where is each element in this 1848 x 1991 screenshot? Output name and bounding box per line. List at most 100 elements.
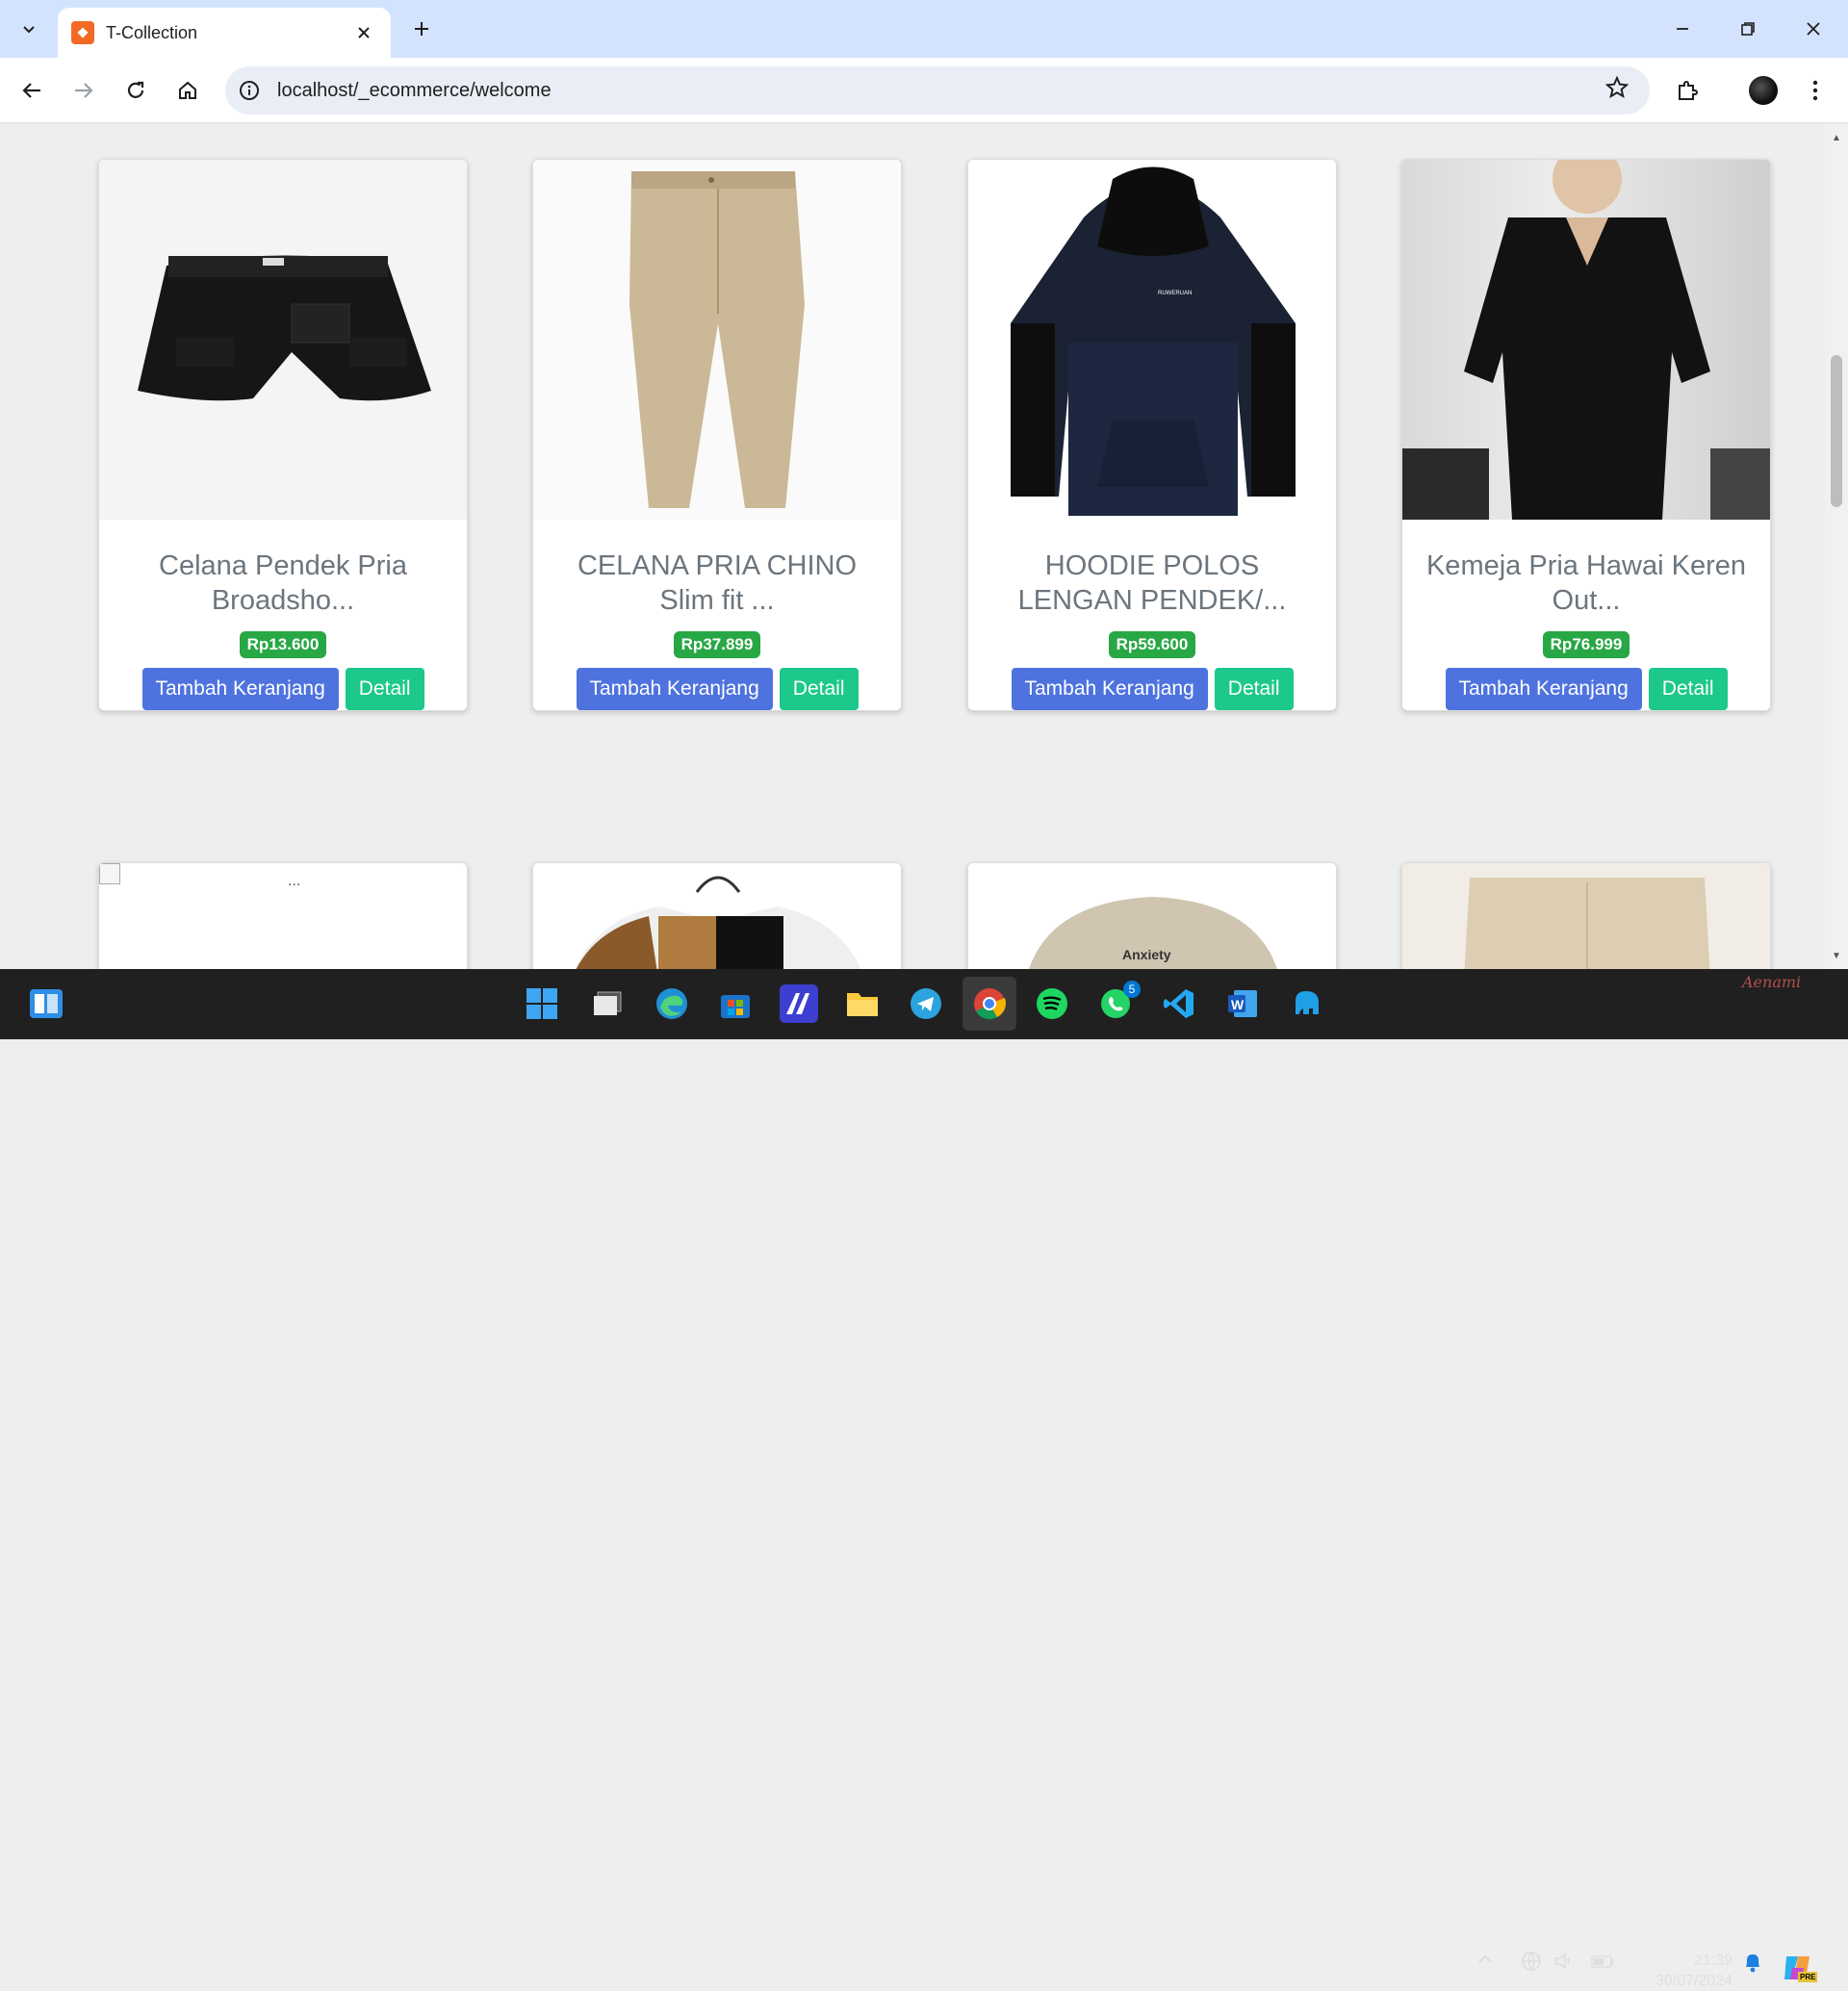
- forward-button[interactable]: [64, 71, 103, 110]
- battery-button[interactable]: [1590, 1951, 1615, 1977]
- app2-taskbar-button[interactable]: [1287, 984, 1325, 1023]
- store-icon: [721, 995, 750, 1018]
- back-button[interactable]: [13, 71, 51, 110]
- minimize-button[interactable]: [1654, 8, 1711, 50]
- chevron-up-icon: [1478, 1954, 1492, 1963]
- network-icon-button[interactable]: [1521, 1951, 1542, 1977]
- product-image[interactable]: [533, 160, 901, 520]
- windows-logo-icon: [526, 988, 557, 1019]
- hoodie-print-text: RUWERUAN: [1158, 291, 1192, 296]
- detail-button[interactable]: Detail: [1648, 668, 1728, 710]
- telegram-icon: [911, 988, 941, 1019]
- add-to-cart-button[interactable]: Tambah Keranjang: [1011, 668, 1208, 710]
- broken-image-icon: [99, 863, 120, 884]
- close-icon: [358, 27, 370, 38]
- globe-icon: [1522, 1952, 1541, 1972]
- widgets-icon: [30, 989, 63, 1018]
- extensions-button[interactable]: [1668, 71, 1707, 110]
- detail-button[interactable]: Detail: [345, 668, 424, 710]
- price-badge: Rp13.600: [239, 631, 327, 658]
- vscode-taskbar-button[interactable]: [1160, 984, 1198, 1023]
- product-image[interactable]: [99, 160, 467, 520]
- whatsapp-taskbar-button[interactable]: 5: [1096, 981, 1141, 1023]
- chrome-menu-button[interactable]: [1796, 71, 1835, 110]
- page-scrollbar[interactable]: ▲ ▼: [1825, 124, 1848, 969]
- battery-icon: [1591, 1955, 1613, 1968]
- kebab-menu-icon: [1812, 80, 1818, 101]
- product-title[interactable]: HOODIE POLOS LENGAN PENDEK/...: [968, 549, 1336, 618]
- back-arrow-icon: [22, 83, 40, 98]
- product-card: RUWERUAN HOODIE POLOS LENGAN PENDEK/... …: [967, 159, 1337, 711]
- address-bar[interactable]: localhost/_ecommerce/welcome: [225, 66, 1650, 115]
- product-card: Kemeja Pria Hawai Keren Out... Rp76.999 …: [1401, 159, 1771, 711]
- store-taskbar-button[interactable]: [716, 984, 755, 1023]
- info-icon: [240, 81, 259, 100]
- price-badge: Rp37.899: [673, 631, 761, 658]
- edge-icon: [656, 988, 687, 1019]
- avatar: [1749, 76, 1778, 105]
- app-taskbar-button[interactable]: [780, 984, 818, 1023]
- signature-watermark: Aenami: [1742, 973, 1802, 991]
- product-card: Anxiety: [967, 862, 1337, 969]
- word-taskbar-button[interactable]: W: [1223, 984, 1262, 1023]
- app-logo-icon: [786, 993, 809, 1014]
- spotify-taskbar-button[interactable]: [1033, 984, 1071, 1023]
- reload-button[interactable]: [116, 71, 155, 110]
- add-to-cart-button[interactable]: Tambah Keranjang: [141, 668, 339, 710]
- product-title[interactable]: CELANA PRIA CHINO Slim fit ...: [533, 549, 901, 618]
- folder-icon: [847, 993, 878, 1016]
- image-alt-text: ...: [288, 873, 301, 889]
- telegram-taskbar-button[interactable]: [907, 984, 945, 1023]
- tab-close-button[interactable]: [350, 20, 377, 45]
- tab-search-dropdown[interactable]: [10, 10, 48, 48]
- product-card: [532, 862, 902, 969]
- show-hidden-icons-button[interactable]: [1476, 1951, 1494, 1973]
- product-image[interactable]: Anxiety: [968, 863, 1336, 969]
- product-image[interactable]: [1402, 863, 1770, 969]
- site-info-button[interactable]: [233, 74, 266, 107]
- volume-button[interactable]: [1553, 1951, 1575, 1977]
- product-title[interactable]: Kemeja Pria Hawai Keren Out...: [1402, 549, 1770, 618]
- widgets-button[interactable]: [27, 984, 65, 1023]
- restore-button[interactable]: [1719, 8, 1777, 50]
- puzzle-icon: [1679, 81, 1698, 100]
- scroll-down-arrow[interactable]: ▼: [1825, 946, 1848, 965]
- clock-time: 21:39: [1693, 1953, 1732, 1969]
- clock[interactable]: 21:39 30/07/2024: [1636, 1951, 1732, 1991]
- product-title[interactable]: Celana Pendek Pria Broadsho...: [99, 549, 467, 618]
- profile-button[interactable]: [1744, 71, 1783, 110]
- bookmark-button[interactable]: [1604, 75, 1630, 106]
- price-badge: Rp76.999: [1542, 631, 1630, 658]
- product-image[interactable]: [1402, 160, 1770, 520]
- close-window-button[interactable]: [1784, 8, 1842, 50]
- edge-taskbar-button[interactable]: [653, 984, 691, 1023]
- start-button[interactable]: [523, 984, 561, 1023]
- minimize-icon: [1677, 28, 1688, 30]
- chrome-taskbar-button[interactable]: [962, 977, 1016, 1031]
- restore-icon: [1741, 22, 1755, 36]
- add-to-cart-button[interactable]: Tambah Keranjang: [576, 668, 773, 710]
- detail-button[interactable]: Detail: [779, 668, 859, 710]
- clock-date: 30/07/2024: [1655, 1973, 1732, 1989]
- product-card: ...: [98, 862, 468, 969]
- notification-center-button[interactable]: [1742, 1951, 1763, 1978]
- task-view-button[interactable]: [589, 984, 628, 1023]
- task-view-icon: [594, 991, 622, 1015]
- detail-button[interactable]: Detail: [1214, 668, 1294, 710]
- add-to-cart-button[interactable]: Tambah Keranjang: [1445, 668, 1642, 710]
- file-explorer-button[interactable]: [843, 984, 882, 1023]
- new-tab-button[interactable]: [404, 12, 439, 46]
- speaker-icon: [1555, 1953, 1570, 1970]
- url-text[interactable]: localhost/_ecommerce/welcome: [277, 80, 1605, 102]
- copilot-button[interactable]: PRE: [1781, 1951, 1818, 1990]
- windows-taskbar: 5 W 21:39 30/07/2024 Aenami PRE: [0, 969, 1848, 1989]
- product-image[interactable]: RUWERUAN: [968, 160, 1336, 520]
- product-image[interactable]: [533, 863, 901, 969]
- home-icon: [179, 81, 196, 99]
- home-button[interactable]: [168, 71, 207, 110]
- tab-title: T-Collection: [106, 22, 198, 42]
- scroll-up-arrow[interactable]: ▲: [1825, 128, 1848, 147]
- browser-tab-strip: ❖ T-Collection: [0, 0, 1848, 58]
- scroll-thumb[interactable]: [1831, 355, 1842, 507]
- active-tab[interactable]: ❖ T-Collection: [58, 8, 391, 58]
